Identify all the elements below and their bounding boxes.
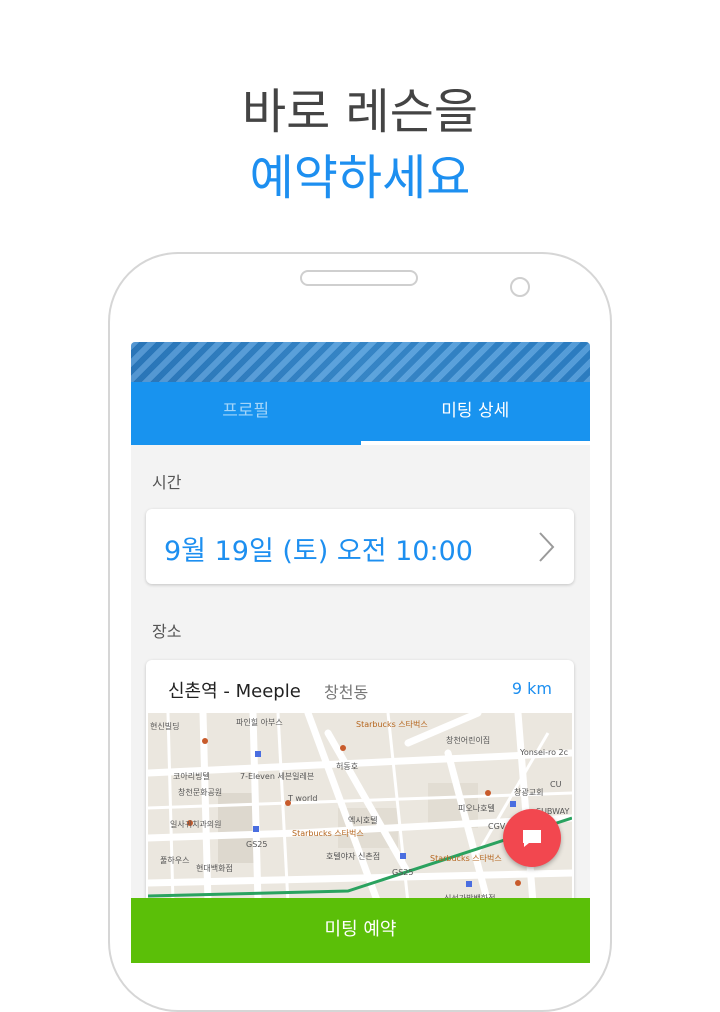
map-label: GS25 xyxy=(392,868,413,877)
map-label: 코아리빙텔 xyxy=(173,771,210,781)
place-area: 창천동 xyxy=(324,683,369,702)
meeting-time: 9월 19일 (토) 오전 10:00 xyxy=(164,536,473,567)
place-name: 신촌역 - Meeple xyxy=(168,681,301,702)
chat-bubble-icon xyxy=(523,830,541,847)
map-label: 창천문화공원 xyxy=(178,787,222,797)
chat-fab-button[interactable] xyxy=(503,809,561,867)
map-label: 허동호 xyxy=(336,762,358,771)
tab-profile[interactable]: 프로필 xyxy=(131,382,361,445)
map-label: Starbucks 스타벅스 xyxy=(356,719,428,729)
book-meeting-button[interactable]: 미팅 예약 xyxy=(131,898,590,963)
map-label: 파인힐 아부스 xyxy=(236,717,283,727)
map-label: Starbucks 스타벅스 xyxy=(292,828,364,838)
chevron-right-icon xyxy=(539,532,555,562)
profile-banner-image xyxy=(131,342,590,382)
map-label: 풀하우스 xyxy=(160,855,189,865)
promo-headline-line1: 바로 레슨을 xyxy=(241,84,479,140)
tab-meeting-details[interactable]: 미팅 상세 xyxy=(360,382,591,445)
time-card[interactable]: 9월 19일 (토) 오전 10:00 xyxy=(146,509,574,584)
map-label: CU xyxy=(550,780,562,789)
map-label: 7-Eleven 세븐일레븐 xyxy=(240,772,314,781)
location-map[interactable]: 현신빌딩 파인힐 아부스 Starbucks 스타벅스 창천어린이집 Yonsei-ro… xyxy=(148,713,572,903)
map-label: 일사귀치과의원 xyxy=(170,819,222,829)
tab-bar: 프로필 미팅 상세 xyxy=(131,382,590,445)
map-label: 현대백화점 xyxy=(196,863,233,873)
map-label: 현신빌딩 xyxy=(150,721,179,731)
map-label: 피오나호텔 xyxy=(458,804,495,813)
map-label: 엑시호텔 xyxy=(348,815,377,825)
promo-headline-line2: 예약하세요 xyxy=(249,150,471,206)
map-label: T world xyxy=(287,794,317,803)
map-label: Starbucks 스타벅스 xyxy=(430,853,502,863)
map-canvas: 현신빌딩 파인힐 아부스 Starbucks 스타벅스창천어린이집Yonsei-ro… xyxy=(148,713,572,903)
map-label: GS25 xyxy=(246,840,267,849)
place-distance: 9 km xyxy=(511,679,552,698)
phone-speaker xyxy=(300,270,418,286)
map-label: 창광교회 xyxy=(514,787,543,797)
place-section-label: 장소 xyxy=(152,622,182,641)
phone-camera xyxy=(510,277,530,297)
map-label: 창천어린이집 xyxy=(446,735,490,745)
app-screen: 프로필 미팅 상세 시간 9월 19일 (토) 오전 10:00 장소 신촌역 … xyxy=(131,342,590,963)
time-section-label: 시간 xyxy=(152,473,182,492)
map-label: 호텔야자 신촌점 xyxy=(326,851,380,861)
map-label: Yonsei-ro 2c xyxy=(519,748,568,757)
